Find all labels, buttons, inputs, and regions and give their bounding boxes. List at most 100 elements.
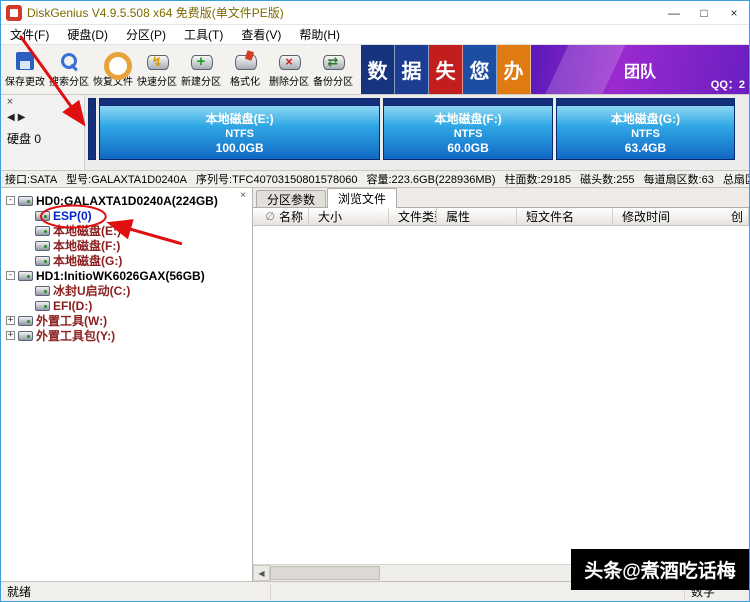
backup-icon: ⇄	[322, 51, 345, 71]
tree-item-label: ESP(0)	[53, 208, 92, 223]
partition-icon	[35, 255, 50, 266]
file-table-column-header[interactable]: 短文件名	[517, 208, 613, 225]
file-browser-panel: 分区参数浏览文件 ∅ 名称 大小 文件类型 属性	[253, 188, 749, 581]
toolbar-button-label: 删除分区	[269, 77, 309, 88]
menu-item[interactable]: 帮助(H)	[290, 26, 349, 43]
minimize-button[interactable]: —	[659, 1, 689, 24]
file-table-column-header[interactable]: 文件类型	[389, 208, 437, 225]
disk-info-segment: 容量:223.6GB(228936MB)	[366, 174, 496, 186]
new-partition-icon: +	[190, 51, 213, 71]
tree-item[interactable]: - HD1:InitioWK6026GAX(56GB)	[1, 268, 252, 283]
floppy-icon	[14, 51, 36, 71]
menu-item[interactable]: 分区(P)	[117, 26, 175, 43]
hard-disk-icon	[18, 270, 33, 281]
tab-bar: 分区参数 浏览文件	[253, 188, 749, 208]
next-disk-icon[interactable]: ▶	[18, 112, 26, 123]
hard-disk-icon	[18, 315, 33, 326]
toolbar-button[interactable]: 搜索分区	[47, 45, 91, 94]
quick-partition-icon: ↯	[146, 51, 169, 71]
empty-set-icon: ∅	[265, 211, 275, 223]
partition-filesystem: NTFS	[225, 128, 255, 140]
hard-disk-icon	[18, 195, 33, 206]
tree-item[interactable]: 本地磁盘(F:)	[1, 238, 252, 253]
toolbar-button[interactable]: 格式化	[223, 45, 267, 94]
disk-panel-close-icon[interactable]: ×	[4, 96, 16, 108]
partition-filesystem: NTFS	[631, 128, 660, 140]
partition-name: 本地磁盘(E:)	[205, 112, 274, 126]
file-table-body[interactable]	[253, 226, 749, 564]
disk-overview-panel: × ◀ ▶ 硬盘 0 本地磁盘(E:) NTFS 100.0GB 本地磁盘(F:…	[1, 95, 749, 171]
partition-icon	[35, 285, 50, 296]
toolbar-button-label: 备份分区	[313, 77, 353, 88]
toolbar-button[interactable]: × 删除分区	[267, 45, 311, 94]
ad-banner[interactable]: 数据失您办 团队 QQ：2	[361, 45, 749, 94]
menu-item[interactable]: 查看(V)	[232, 26, 290, 43]
partition-filesystem: NTFS	[453, 128, 483, 140]
window-controls: — □ ×	[659, 1, 749, 24]
toolbar-buttons: 保存更改 搜索分区 恢复文件 ↯ 快速分区 + 新建分区 格式化 × 删除分区 …	[3, 45, 355, 94]
tree-item[interactable]: + 外置工具包(Y:)	[1, 328, 252, 343]
toolbar-button-label: 新建分区	[181, 77, 221, 88]
partition-block-header	[384, 99, 552, 106]
scrollbar-thumb[interactable]	[270, 566, 380, 580]
tab[interactable]: 浏览文件	[327, 188, 398, 208]
partition-block[interactable]: 本地磁盘(F:) NTFS 60.0GB	[383, 98, 553, 160]
disk-info-bar: 接口:SATA 型号:GALAXTA1D0240A 序列号:TFC407031508…	[1, 171, 749, 188]
tree-item[interactable]: ESP(0)	[1, 208, 252, 223]
partition-block[interactable]	[88, 98, 96, 160]
prev-disk-icon[interactable]: ◀	[7, 112, 15, 123]
scroll-left-icon[interactable]: ◀	[253, 565, 270, 581]
toolbar-button[interactable]: ⇄ 备份分区	[311, 45, 355, 94]
menu-item[interactable]: 工具(T)	[175, 26, 232, 43]
partition-block[interactable]: 本地磁盘(G:) NTFS 63.4GB	[555, 98, 735, 160]
tree-item[interactable]: 冰封U启动(C:)	[1, 283, 252, 298]
toolbar-button-label: 搜索分区	[49, 77, 89, 88]
maximize-button[interactable]: □	[689, 1, 719, 24]
partition-size: 63.4GB	[624, 141, 667, 155]
diskgenius-logo-icon	[6, 4, 22, 21]
status-ready-text: 就绪	[1, 583, 271, 600]
tree-item-label: 冰封U启动(C:)	[53, 284, 131, 298]
file-table-column-header[interactable]: ∅ 名称	[253, 208, 309, 225]
title-bar: DiskGenius V4.9.5.508 x64 免费版(单文件PE版) — …	[1, 1, 749, 25]
tree-item[interactable]: - HD0:GALAXTA1D0240A(224GB)	[1, 193, 252, 208]
partition-block[interactable]: 本地磁盘(E:) NTFS 100.0GB	[99, 98, 381, 160]
disk-info-segment: 序列号:TFC40703150801578060	[196, 174, 358, 186]
partition-size: 60.0GB	[447, 141, 489, 155]
tree-item[interactable]: EFI(D:)	[1, 298, 252, 313]
ad-banner-qq-text: QQ：2	[710, 79, 745, 91]
partition-name: 本地磁盘(F:)	[434, 112, 502, 126]
tree-item-label: 本地磁盘(G:)	[53, 254, 123, 268]
main-area: × - HD0:GALAXTA1D0240A(224GB) ESP(0) 本地磁盘(E…	[1, 188, 749, 581]
toolbar-button[interactable]: ↯ 快速分区	[135, 45, 179, 94]
toolbar-button[interactable]: 恢复文件	[91, 45, 135, 94]
format-icon	[234, 51, 257, 71]
expand-icon[interactable]: +	[6, 316, 15, 325]
tree-item[interactable]: 本地磁盘(E:)	[1, 223, 252, 238]
toolbar: 保存更改 搜索分区 恢复文件 ↯ 快速分区 + 新建分区 格式化 × 删除分区 …	[1, 45, 749, 95]
partition-size: 100.0GB	[215, 141, 264, 155]
toolbar-button[interactable]: 保存更改	[3, 45, 47, 94]
partition-block-header	[100, 99, 380, 106]
file-table-column-header[interactable]: 大小	[309, 208, 389, 225]
expand-icon[interactable]: +	[6, 331, 15, 340]
collapse-icon[interactable]: -	[6, 196, 15, 205]
tab[interactable]: 分区参数	[256, 190, 327, 207]
ad-banner-promo-text: 团队	[623, 63, 656, 81]
file-table-column-header[interactable]: 创	[722, 208, 749, 225]
recover-icon	[102, 51, 132, 80]
ad-banner-tiles: 数据失您办	[361, 45, 531, 94]
file-table-column-header[interactable]: 属性	[437, 208, 517, 225]
menu-item[interactable]: 文件(F)	[1, 26, 58, 43]
partition-icon	[35, 210, 50, 221]
file-table-column-header[interactable]: 修改时间	[613, 208, 722, 225]
collapse-icon[interactable]: -	[6, 271, 15, 280]
close-button[interactable]: ×	[719, 1, 749, 24]
toolbar-button[interactable]: + 新建分区	[179, 45, 223, 94]
disk-info-segment: 总扇区数:	[722, 174, 749, 186]
tree-item[interactable]: 本地磁盘(G:)	[1, 253, 252, 268]
menu-item[interactable]: 硬盘(D)	[58, 26, 117, 43]
tree-item[interactable]: + 外置工具(W:)	[1, 313, 252, 328]
disk-info-segment: 每道扇区数:63	[643, 174, 714, 186]
tree-panel-close-icon[interactable]: ×	[237, 190, 249, 201]
